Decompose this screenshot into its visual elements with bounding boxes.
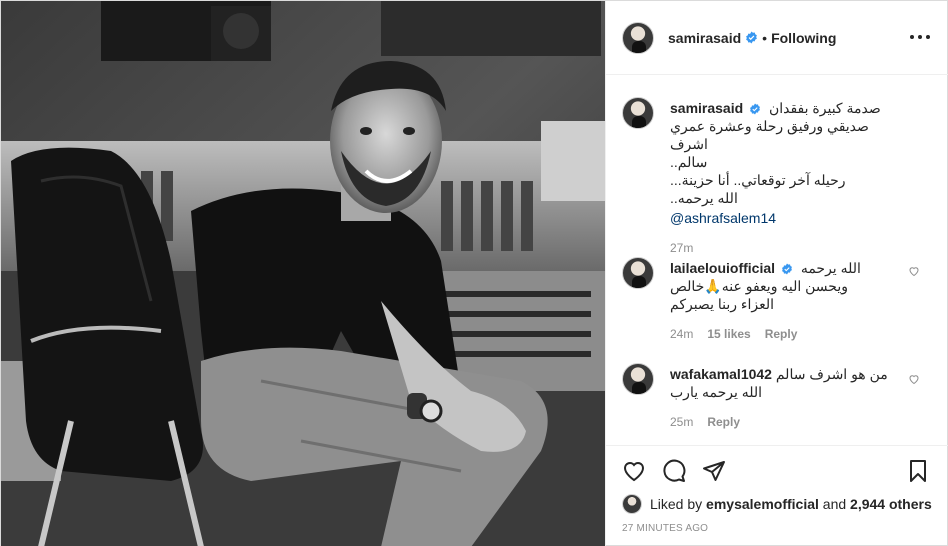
caption-avatar[interactable] — [622, 97, 654, 129]
comment-text: wafakamal1042 من هو اشرف سالم الله يرحمه… — [670, 365, 898, 401]
liked-by-user[interactable]: emysalemofficial — [706, 496, 819, 512]
paper-plane-icon[interactable] — [702, 459, 726, 483]
caption-line: الله يرحمه.. — [670, 190, 738, 206]
caption-time[interactable]: 27m — [670, 241, 693, 255]
post-side-panel: samirasaid • Following samirasaid صدمة ك… — [605, 1, 948, 546]
mention-link[interactable]: @ashrafsalem14 — [670, 209, 898, 227]
verified-badge-icon — [746, 31, 758, 44]
post-actions: Liked by emysalemofficial and 2,944 othe… — [606, 445, 948, 546]
comment-item: lailaelouiofficial الله يرحمه ويحسن اليه… — [622, 257, 934, 347]
caption-text: samirasaid صدمة كبيرة بفقدان صديقي ورفيق… — [670, 99, 898, 227]
separator-dot: • — [762, 29, 768, 46]
post-photo[interactable] — [1, 1, 605, 546]
liker-avatar[interactable] — [622, 494, 642, 514]
comment-line: الله يرحمه يارب — [670, 384, 763, 400]
comment-line: الله يرحمه — [800, 260, 861, 276]
caption-username[interactable]: samirasaid — [670, 100, 743, 116]
liked-by-others[interactable]: 2,944 others — [850, 496, 932, 512]
author-username[interactable]: samirasaid — [668, 30, 741, 46]
liked-by-and: and — [822, 496, 847, 512]
save-button[interactable] — [906, 459, 930, 483]
comment-meta: 24m 15 likes Reply — [670, 327, 797, 341]
reply-button[interactable]: Reply — [707, 415, 740, 429]
liked-by-prefix: Liked by — [650, 496, 703, 512]
comments-list: samirasaid صدمة كبيرة بفقدان صديقي ورفيق… — [606, 75, 948, 445]
caption-line: رحيله آخر توقعاتي.. أنا حزينة... — [670, 172, 846, 188]
more-options-icon[interactable] — [910, 29, 930, 45]
comment-item: wafakamal1042 من هو اشرف سالم الله يرحمه… — [622, 363, 934, 433]
author-avatar[interactable] — [622, 21, 654, 54]
following-button[interactable]: Following — [771, 30, 836, 46]
studio-photo — [1, 1, 605, 546]
reply-button[interactable]: Reply — [765, 327, 798, 341]
post-frame: samirasaid • Following samirasaid صدمة ك… — [0, 0, 948, 546]
comment-time[interactable]: 24m — [670, 327, 693, 341]
comment-like-heart-icon[interactable] — [908, 373, 920, 385]
comment-line: العزاء ربنا يصبركم — [670, 296, 775, 312]
bookmark-icon[interactable] — [906, 459, 930, 483]
heart-icon[interactable] — [622, 459, 646, 483]
post-header: samirasaid • Following — [606, 1, 948, 75]
caption-line: صديقي ورفيق رحلة وعشرة عمري اشرف — [670, 118, 869, 152]
comment-meta: 25m Reply — [670, 415, 740, 429]
verified-badge-icon — [750, 103, 761, 115]
commenter-username[interactable]: lailaelouiofficial — [670, 260, 775, 276]
liked-by: Liked by emysalemofficial and 2,944 othe… — [622, 494, 932, 514]
comment-line: من هو اشرف سالم — [775, 366, 888, 382]
commenter-avatar[interactable] — [622, 363, 654, 395]
comment-like-heart-icon[interactable] — [908, 265, 920, 277]
commenter-avatar[interactable] — [622, 257, 654, 289]
commenter-username[interactable]: wafakamal1042 — [670, 366, 772, 382]
comment-time[interactable]: 25m — [670, 415, 693, 429]
caption-line: صدمة كبيرة بفقدان — [768, 100, 881, 116]
comment-line: ويحسن اليه ويعفو عنه🙏خالص — [670, 278, 848, 294]
caption-line: سالم.. — [670, 154, 708, 170]
comment-likes[interactable]: 15 likes — [707, 327, 750, 341]
action-icons — [622, 459, 726, 483]
comment-text: lailaelouiofficial الله يرحمه ويحسن اليه… — [670, 259, 898, 313]
post-timestamp[interactable]: 27 MINUTES AGO — [622, 523, 708, 534]
caption: samirasaid صدمة كبيرة بفقدان صديقي ورفيق… — [622, 97, 934, 255]
comment-icon[interactable] — [662, 459, 686, 483]
verified-badge-icon — [781, 263, 792, 275]
